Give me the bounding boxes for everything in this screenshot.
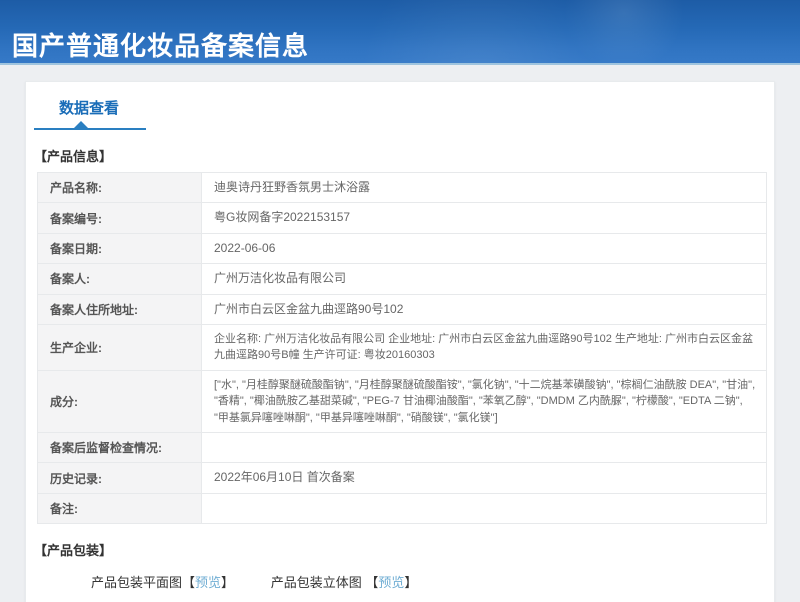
row-value: 2022年06月10日 首次备案: [201, 462, 767, 494]
row-value: 迪奥诗丹狂野香氛男士沐浴露: [201, 171, 767, 204]
packaging-flat-item: 产品包装平面图【预览】: [91, 572, 234, 591]
row-label: 备案日期:: [37, 232, 202, 265]
packaging-flat-preview-link[interactable]: 预览: [195, 575, 221, 590]
row-label: 备案人:: [37, 263, 202, 295]
row-value: [201, 432, 767, 464]
packaging-stereo-label: 产品包装立体图: [270, 574, 366, 590]
table-row: 备案人: 广州万洁化妆品有限公司: [37, 263, 767, 295]
table-row: 成分: ["水", "月桂醇聚醚硫酸酯钠", "月桂醇聚醚硫酸酯铵", "氯化钠…: [37, 369, 767, 434]
page-title: 国产普通化妆品备案信息: [12, 31, 310, 61]
row-label: 备案后监督检查情况:: [37, 432, 202, 464]
table-row: 备案日期: 2022-06-06: [37, 232, 767, 265]
table-row: 备案编号: 粤G妆网备字2022153157: [37, 202, 767, 234]
row-value: [201, 492, 767, 524]
packaging-heading: 【产品包装】: [34, 542, 113, 558]
product-info-table: 产品名称: 迪奥诗丹狂野香氛男士沐浴露 备案编号: 粤G妆网备字20221531…: [37, 171, 767, 524]
content-area: 数据查看 【产品信息】 产品名称: 迪奥诗丹狂野香氛男士沐浴露 备案编号: 粤G…: [0, 65, 800, 602]
row-label: 产品名称:: [37, 171, 202, 204]
row-value: 广州市白云区金盆九曲逕路90号102: [201, 293, 767, 325]
row-value: 2022-06-06: [201, 232, 767, 265]
table-row: 生产企业: 企业名称: 广州万洁化妆品有限公司 企业地址: 广州市白云区金盆九曲…: [37, 323, 767, 371]
row-label: 生产企业:: [37, 323, 202, 371]
row-label: 备注:: [37, 492, 202, 524]
packaging-flat-label: 产品包装平面图: [91, 574, 183, 590]
page: { "header": { "title": "国产普通化妆品备案信息" }, …: [0, 0, 800, 602]
row-label: 成分:: [37, 369, 202, 434]
row-label: 历史记录:: [37, 462, 202, 494]
table-row: 备案人住所地址: 广州市白云区金盆九曲逕路90号102: [37, 293, 767, 325]
bracket-close: 】: [404, 574, 418, 590]
row-value: 广州万洁化妆品有限公司: [201, 263, 767, 295]
tab-active-triangle-icon: [74, 121, 88, 128]
row-value: 粤G妆网备字2022153157: [201, 202, 767, 234]
page-header: 国产普通化妆品备案信息: [0, 0, 800, 65]
table-row: 备注:: [37, 492, 767, 524]
product-info-heading: 【产品信息】: [34, 149, 113, 164]
bracket-open: 【: [182, 574, 196, 590]
table-row: 历史记录: 2022年06月10日 首次备案: [37, 462, 767, 494]
bracket-open: 【: [365, 574, 379, 590]
packaging-stereo-item: 产品包装立体图 【预览】: [271, 572, 418, 591]
tab-data-view[interactable]: 数据查看: [59, 97, 119, 118]
tab-bar: 数据查看: [26, 97, 774, 118]
tab-underline: [34, 121, 146, 130]
table-row: 备案后监督检查情况:: [37, 432, 767, 464]
bracket-close: 】: [221, 574, 235, 590]
row-value: ["水", "月桂醇聚醚硫酸酯钠", "月桂醇聚醚硫酸酯铵", "氯化钠", "…: [201, 369, 767, 434]
table-row: 产品名称: 迪奥诗丹狂野香氛男士沐浴露: [37, 171, 767, 204]
row-label: 备案人住所地址:: [37, 293, 202, 325]
row-value: 企业名称: 广州万洁化妆品有限公司 企业地址: 广州市白云区金盆九曲逕路90号1…: [201, 323, 767, 371]
packaging-row: 产品包装平面图【预览】 产品包装立体图 【预览】: [91, 572, 774, 591]
packaging-stereo-preview-link[interactable]: 预览: [378, 575, 404, 590]
main-card: 数据查看 【产品信息】 产品名称: 迪奥诗丹狂野香氛男士沐浴露 备案编号: 粤G…: [25, 81, 775, 602]
row-label: 备案编号:: [37, 202, 202, 234]
